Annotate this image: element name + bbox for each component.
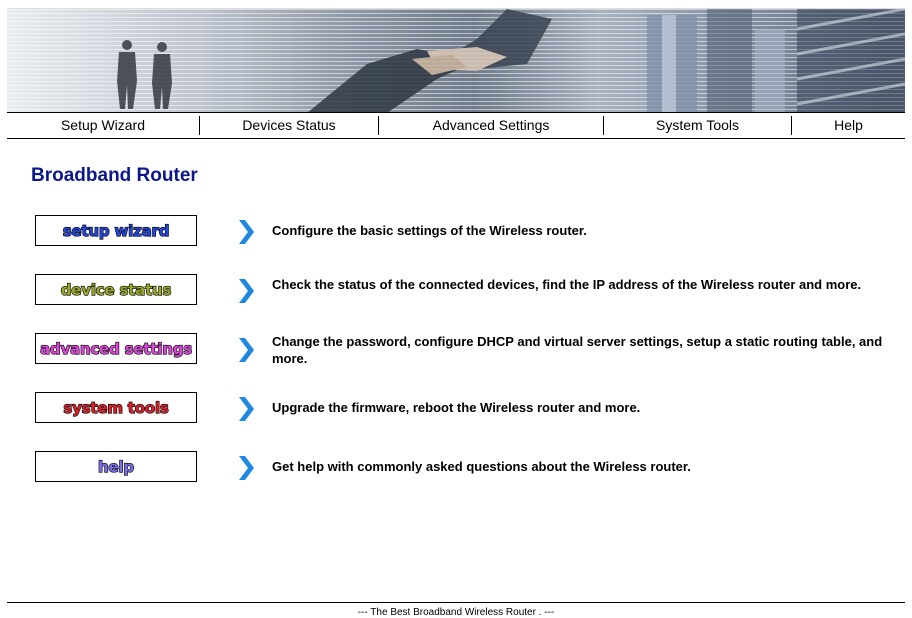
chevron-right-icon: [239, 279, 254, 303]
help-button[interactable]: help: [35, 451, 197, 482]
top-nav: Setup Wizard Devices Status Advanced Set…: [7, 112, 905, 139]
advanced-settings-button-label: advanced settings: [39, 339, 192, 358]
setup-wizard-button-label: setup wizard: [62, 221, 170, 240]
chevron-right-icon: [239, 397, 254, 421]
advanced-settings-description: Change the password, configure DHCP and …: [272, 334, 883, 366]
system-tools-description: Upgrade the firmware, reboot the Wireles…: [272, 400, 641, 415]
help-description: Get help with commonly asked questions a…: [272, 459, 691, 474]
setup-wizard-description: Configure the basic settings of the Wire…: [272, 223, 587, 238]
device-status-button-label: device status: [60, 280, 172, 299]
nav-setup-wizard[interactable]: Setup Wizard: [7, 113, 199, 138]
nav-help[interactable]: Help: [792, 113, 905, 138]
page-title: Broadband Router: [31, 165, 198, 186]
help-button-label: help: [97, 457, 134, 476]
chevron-right-icon: [239, 338, 254, 362]
device-status-button[interactable]: device status: [35, 274, 197, 305]
nav-system-tools[interactable]: System Tools: [604, 113, 791, 138]
chevron-right-icon: [239, 456, 254, 480]
chevron-right-icon: [239, 220, 254, 244]
nav-advanced-settings[interactable]: Advanced Settings: [379, 113, 603, 138]
nav-devices-status[interactable]: Devices Status: [200, 113, 378, 138]
device-status-description: Check the status of the connected device…: [272, 277, 862, 292]
setup-wizard-button[interactable]: setup wizard: [35, 215, 197, 246]
system-tools-button[interactable]: system tools: [35, 392, 197, 423]
system-tools-button-label: system tools: [63, 398, 170, 417]
footer-divider: [7, 602, 905, 603]
advanced-settings-button[interactable]: advanced settings: [35, 333, 197, 364]
footer-text: --- The Best Broadband Wireless Router .…: [357, 607, 555, 618]
banner-artwork: [117, 9, 905, 113]
header-banner: [7, 8, 905, 113]
